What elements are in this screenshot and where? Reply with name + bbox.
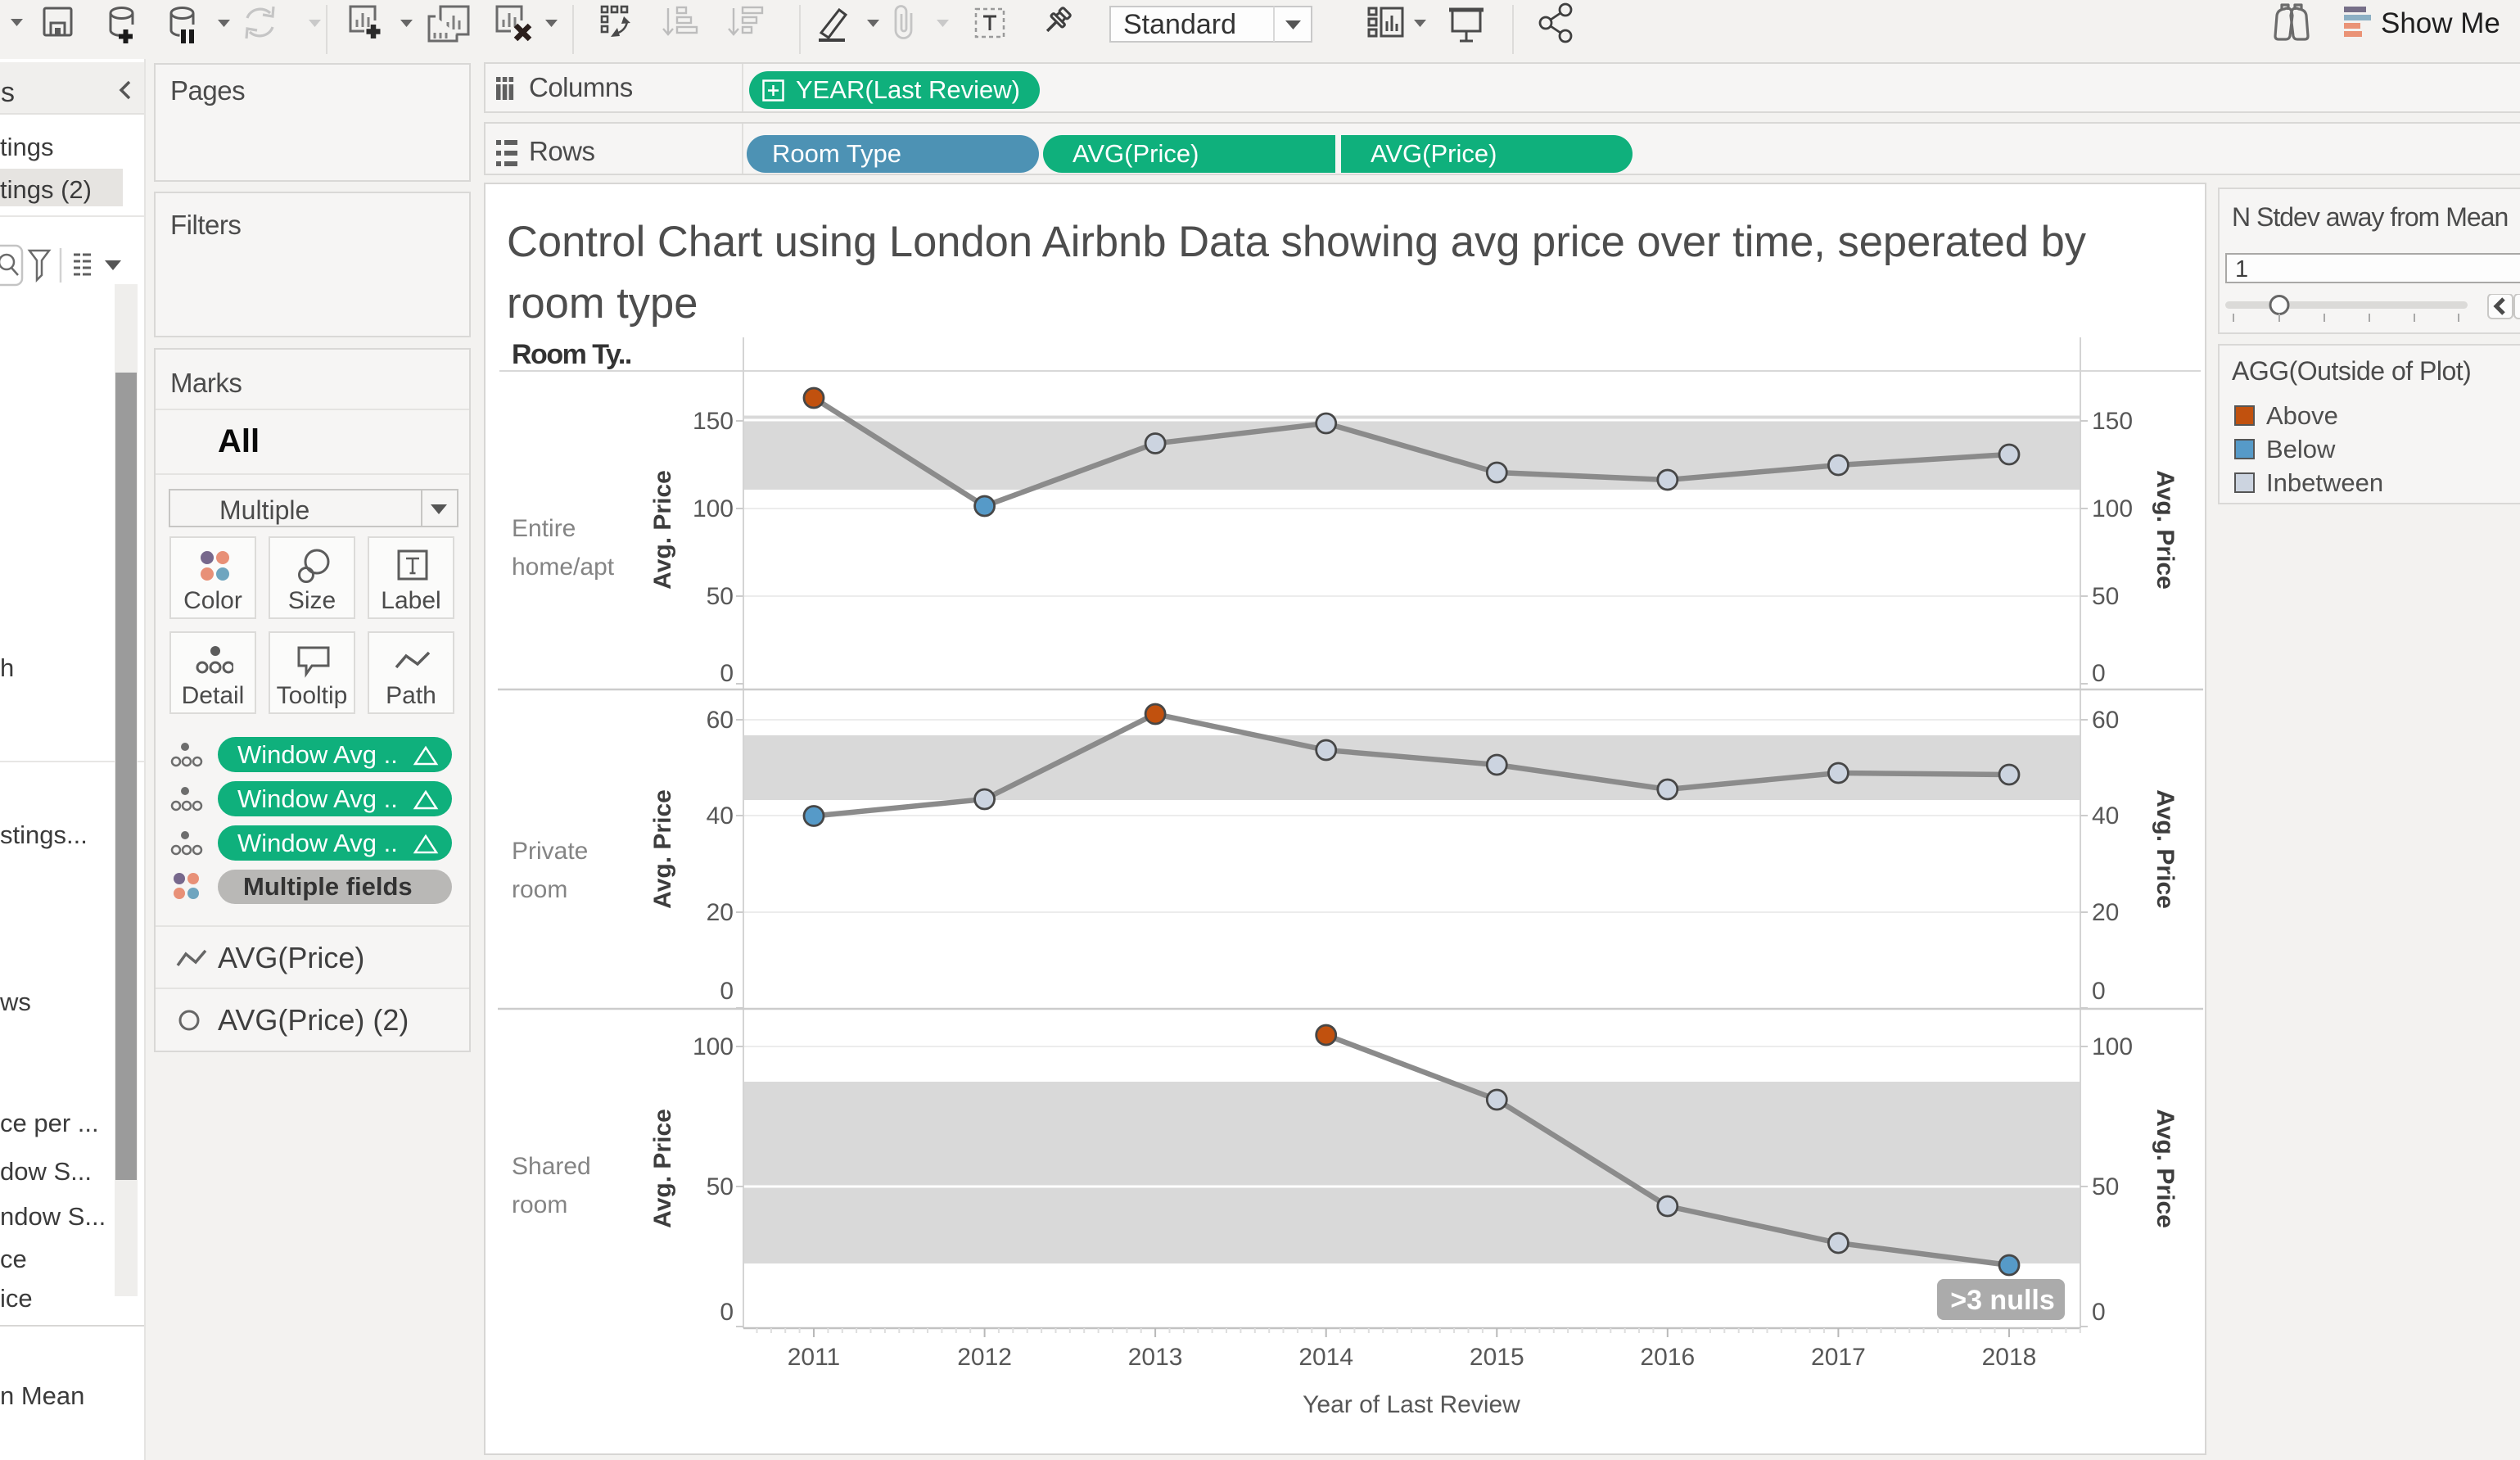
svg-text:Year of Last Review: Year of Last Review [1303, 1391, 1520, 1418]
svg-text:home/apt: home/apt [512, 554, 615, 581]
svg-text:2015: 2015 [1470, 1344, 1524, 1371]
svg-text:Multiple fields: Multiple fields [243, 872, 413, 901]
svg-text:2018: 2018 [1982, 1344, 2037, 1371]
svg-text:50: 50 [2092, 583, 2119, 610]
svg-text:150: 150 [2092, 408, 2133, 435]
svg-text:Window Avg ..: Window Avg .. [237, 829, 398, 857]
svg-text:Avg. Price: Avg. Price [649, 789, 676, 909]
svg-text:2017: 2017 [1811, 1344, 1866, 1371]
svg-text:100: 100 [2092, 1033, 2133, 1060]
svg-text:Below: Below [2266, 435, 2336, 463]
svg-text:2012: 2012 [957, 1344, 1012, 1371]
svg-text:20: 20 [2092, 899, 2119, 926]
svg-text:Above: Above [2266, 401, 2338, 430]
svg-text:Avg. Price: Avg. Price [2152, 1109, 2179, 1228]
svg-text:0: 0 [2092, 978, 2106, 1005]
svg-text:100: 100 [693, 495, 734, 522]
svg-text:100: 100 [2092, 495, 2133, 522]
svg-text:40: 40 [2092, 802, 2119, 829]
svg-text:150: 150 [693, 408, 734, 435]
svg-text:room type: room type [507, 279, 698, 328]
svg-text:Room Ty..: Room Ty.. [512, 339, 631, 370]
svg-text:0: 0 [720, 978, 734, 1005]
svg-text:2013: 2013 [1128, 1344, 1183, 1371]
svg-text:60: 60 [707, 707, 734, 734]
svg-text:2011: 2011 [788, 1344, 841, 1371]
svg-text:Inbetween: Inbetween [2266, 468, 2383, 497]
svg-text:Window Avg ..: Window Avg .. [237, 784, 398, 813]
svg-text:Avg. Price: Avg. Price [649, 1109, 676, 1228]
svg-text:Window Avg ..: Window Avg .. [237, 740, 398, 769]
svg-text:room: room [512, 1191, 567, 1218]
svg-text:40: 40 [707, 802, 734, 829]
svg-text:2014: 2014 [1298, 1344, 1353, 1371]
svg-text:Avg. Price: Avg. Price [2152, 470, 2179, 590]
svg-text:Shared: Shared [512, 1153, 591, 1180]
svg-text:Avg. Price: Avg. Price [649, 470, 676, 590]
svg-text:0: 0 [720, 1299, 734, 1326]
svg-text:Entire: Entire [512, 515, 576, 542]
svg-text:Control Chart using London Air: Control Chart using London Airbnb Data s… [507, 218, 2087, 266]
svg-text:2016: 2016 [1640, 1344, 1695, 1371]
svg-text:0: 0 [720, 660, 734, 687]
svg-text:50: 50 [707, 583, 734, 610]
svg-text:50: 50 [707, 1173, 734, 1200]
svg-text:0: 0 [2092, 1299, 2106, 1326]
svg-text:room: room [512, 876, 567, 903]
svg-text:50: 50 [2092, 1173, 2119, 1200]
svg-text:Avg. Price: Avg. Price [2152, 789, 2179, 909]
svg-text:0: 0 [2092, 660, 2106, 687]
svg-text:Private: Private [512, 838, 588, 865]
svg-text:60: 60 [2092, 707, 2119, 734]
svg-text:>3 nulls: >3 nulls [1950, 1285, 2055, 1316]
svg-text:100: 100 [693, 1033, 734, 1060]
svg-text:20: 20 [707, 899, 734, 926]
